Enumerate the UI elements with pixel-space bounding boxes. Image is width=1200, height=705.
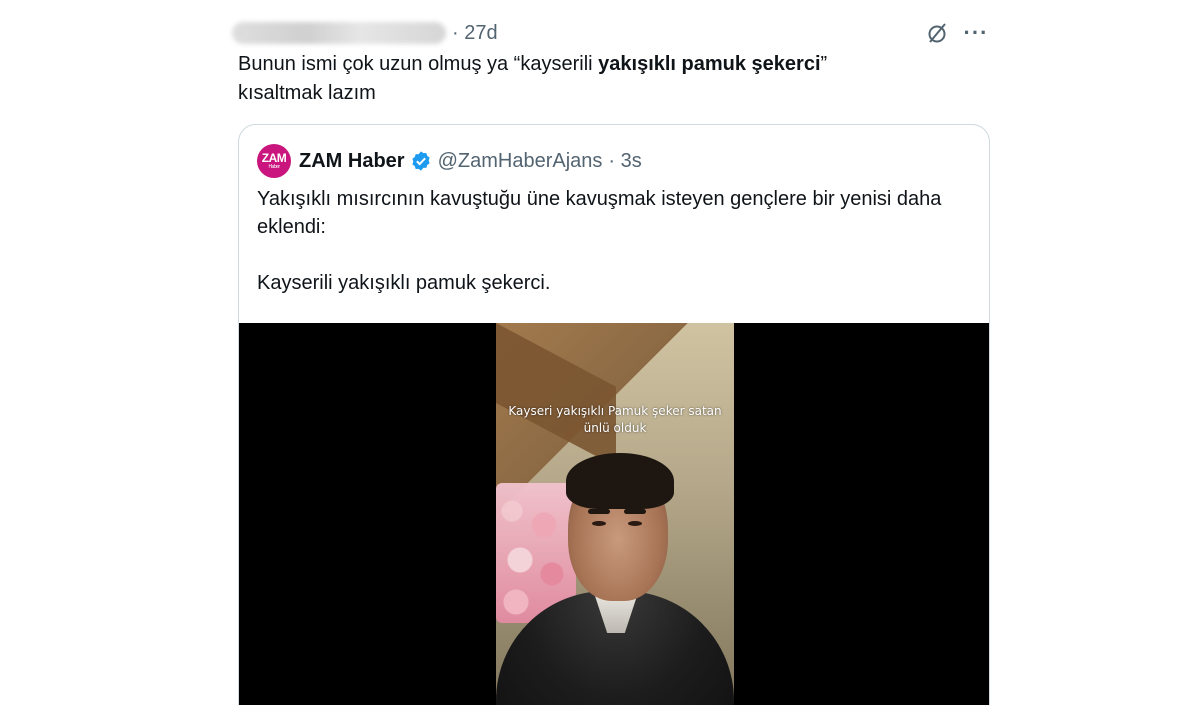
quoted-text-paragraph-1: Yakışıklı mısırcının kavuştuğu üne kavuş… <box>257 188 942 238</box>
video-player[interactable]: Kayseri yakışıklı Pamuk şeker satan ünlü… <box>239 323 989 705</box>
tweet-text-part3: ” <box>820 53 828 75</box>
grok-icon[interactable] <box>924 20 950 46</box>
tweet-time[interactable]: · 27d <box>452 22 498 45</box>
person-brow-left <box>588 509 610 514</box>
avatar-text: ZAM <box>261 150 287 165</box>
verified-badge-icon <box>411 151 430 171</box>
video-caption-line2: ünlü olduk <box>583 421 647 435</box>
avatar[interactable]: ZAM Haber <box>257 144 291 178</box>
person-brow-right <box>624 509 646 514</box>
video-caption-line1: Kayseri yakışıklı Pamuk şeker satan <box>508 404 722 418</box>
quoted-tweet-header: ZAM Haber ZAM Haber @ZamHaberAjans · 3s <box>257 143 642 179</box>
quoted-text-paragraph-2: Kayserili yakışıklı pamuk şekerci. <box>257 272 551 294</box>
tweet-text-part1: Bunun ismi çok uzun olmuş ya “kayserili <box>238 53 599 75</box>
quoted-tweet-time[interactable]: · 3s <box>608 150 641 173</box>
tweet-text-line2: kısaltmak lazım <box>238 82 376 104</box>
tweet-text-bold: yakışıklı pamuk şekerci <box>598 53 821 75</box>
quoted-tweet-card[interactable]: ZAM Haber ZAM Haber @ZamHaberAjans · 3s … <box>238 124 990 705</box>
tweet-text: Bunun ismi çok uzun olmuş ya “kayserili … <box>238 50 958 108</box>
more-icon[interactable]: ··· <box>962 20 990 46</box>
person-eye-left <box>592 521 606 526</box>
person-hair <box>566 453 674 509</box>
person-eye-right <box>628 521 642 526</box>
quoted-author-handle[interactable]: @ZamHaberAjans <box>438 150 603 173</box>
quoted-author-name[interactable]: ZAM Haber <box>299 150 405 173</box>
quoted-tweet-text: Yakışıklı mısırcının kavuştuğu üne kavuş… <box>257 185 977 325</box>
video-frame[interactable]: Kayseri yakışıklı Pamuk şeker satan ünlü… <box>496 323 734 705</box>
tweet-page: · 27d ··· Bunun ismi çok uzun olmuş ya “… <box>0 0 1200 705</box>
video-caption: Kayseri yakışıklı Pamuk şeker satan ünlü… <box>496 403 734 437</box>
tweet-meta: · 27d <box>232 18 498 48</box>
avatar-subtext: Haber <box>268 163 280 170</box>
author-name-blurred[interactable] <box>232 22 446 44</box>
